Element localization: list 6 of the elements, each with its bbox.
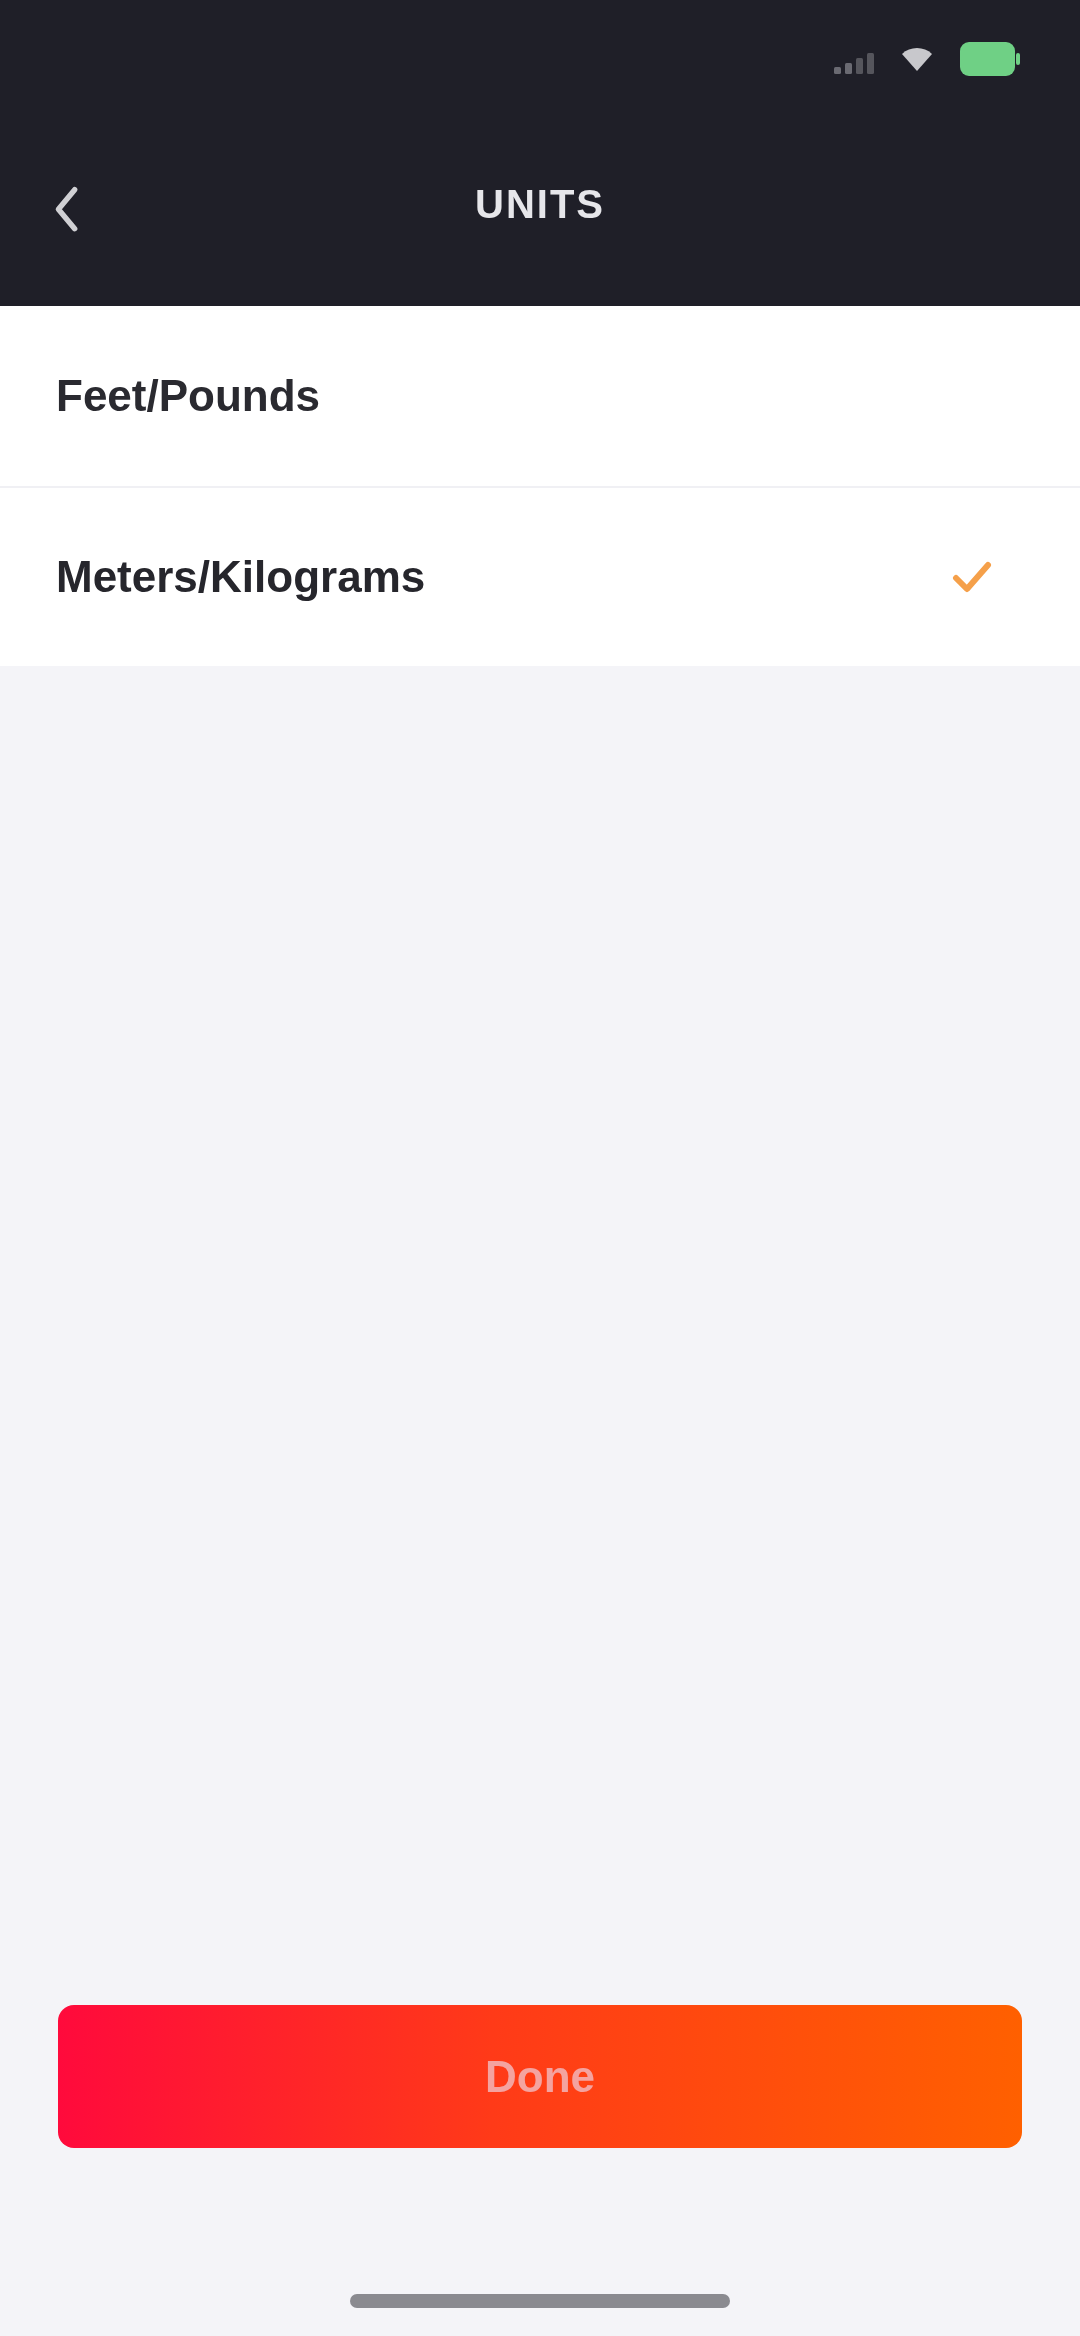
chevron-left-icon bbox=[53, 185, 79, 234]
wifi-icon bbox=[902, 47, 932, 71]
screen-title: UNITS bbox=[475, 181, 605, 227]
checkmark-icon bbox=[952, 560, 992, 594]
signal-icon bbox=[834, 52, 874, 74]
battery-icon bbox=[960, 42, 1020, 76]
